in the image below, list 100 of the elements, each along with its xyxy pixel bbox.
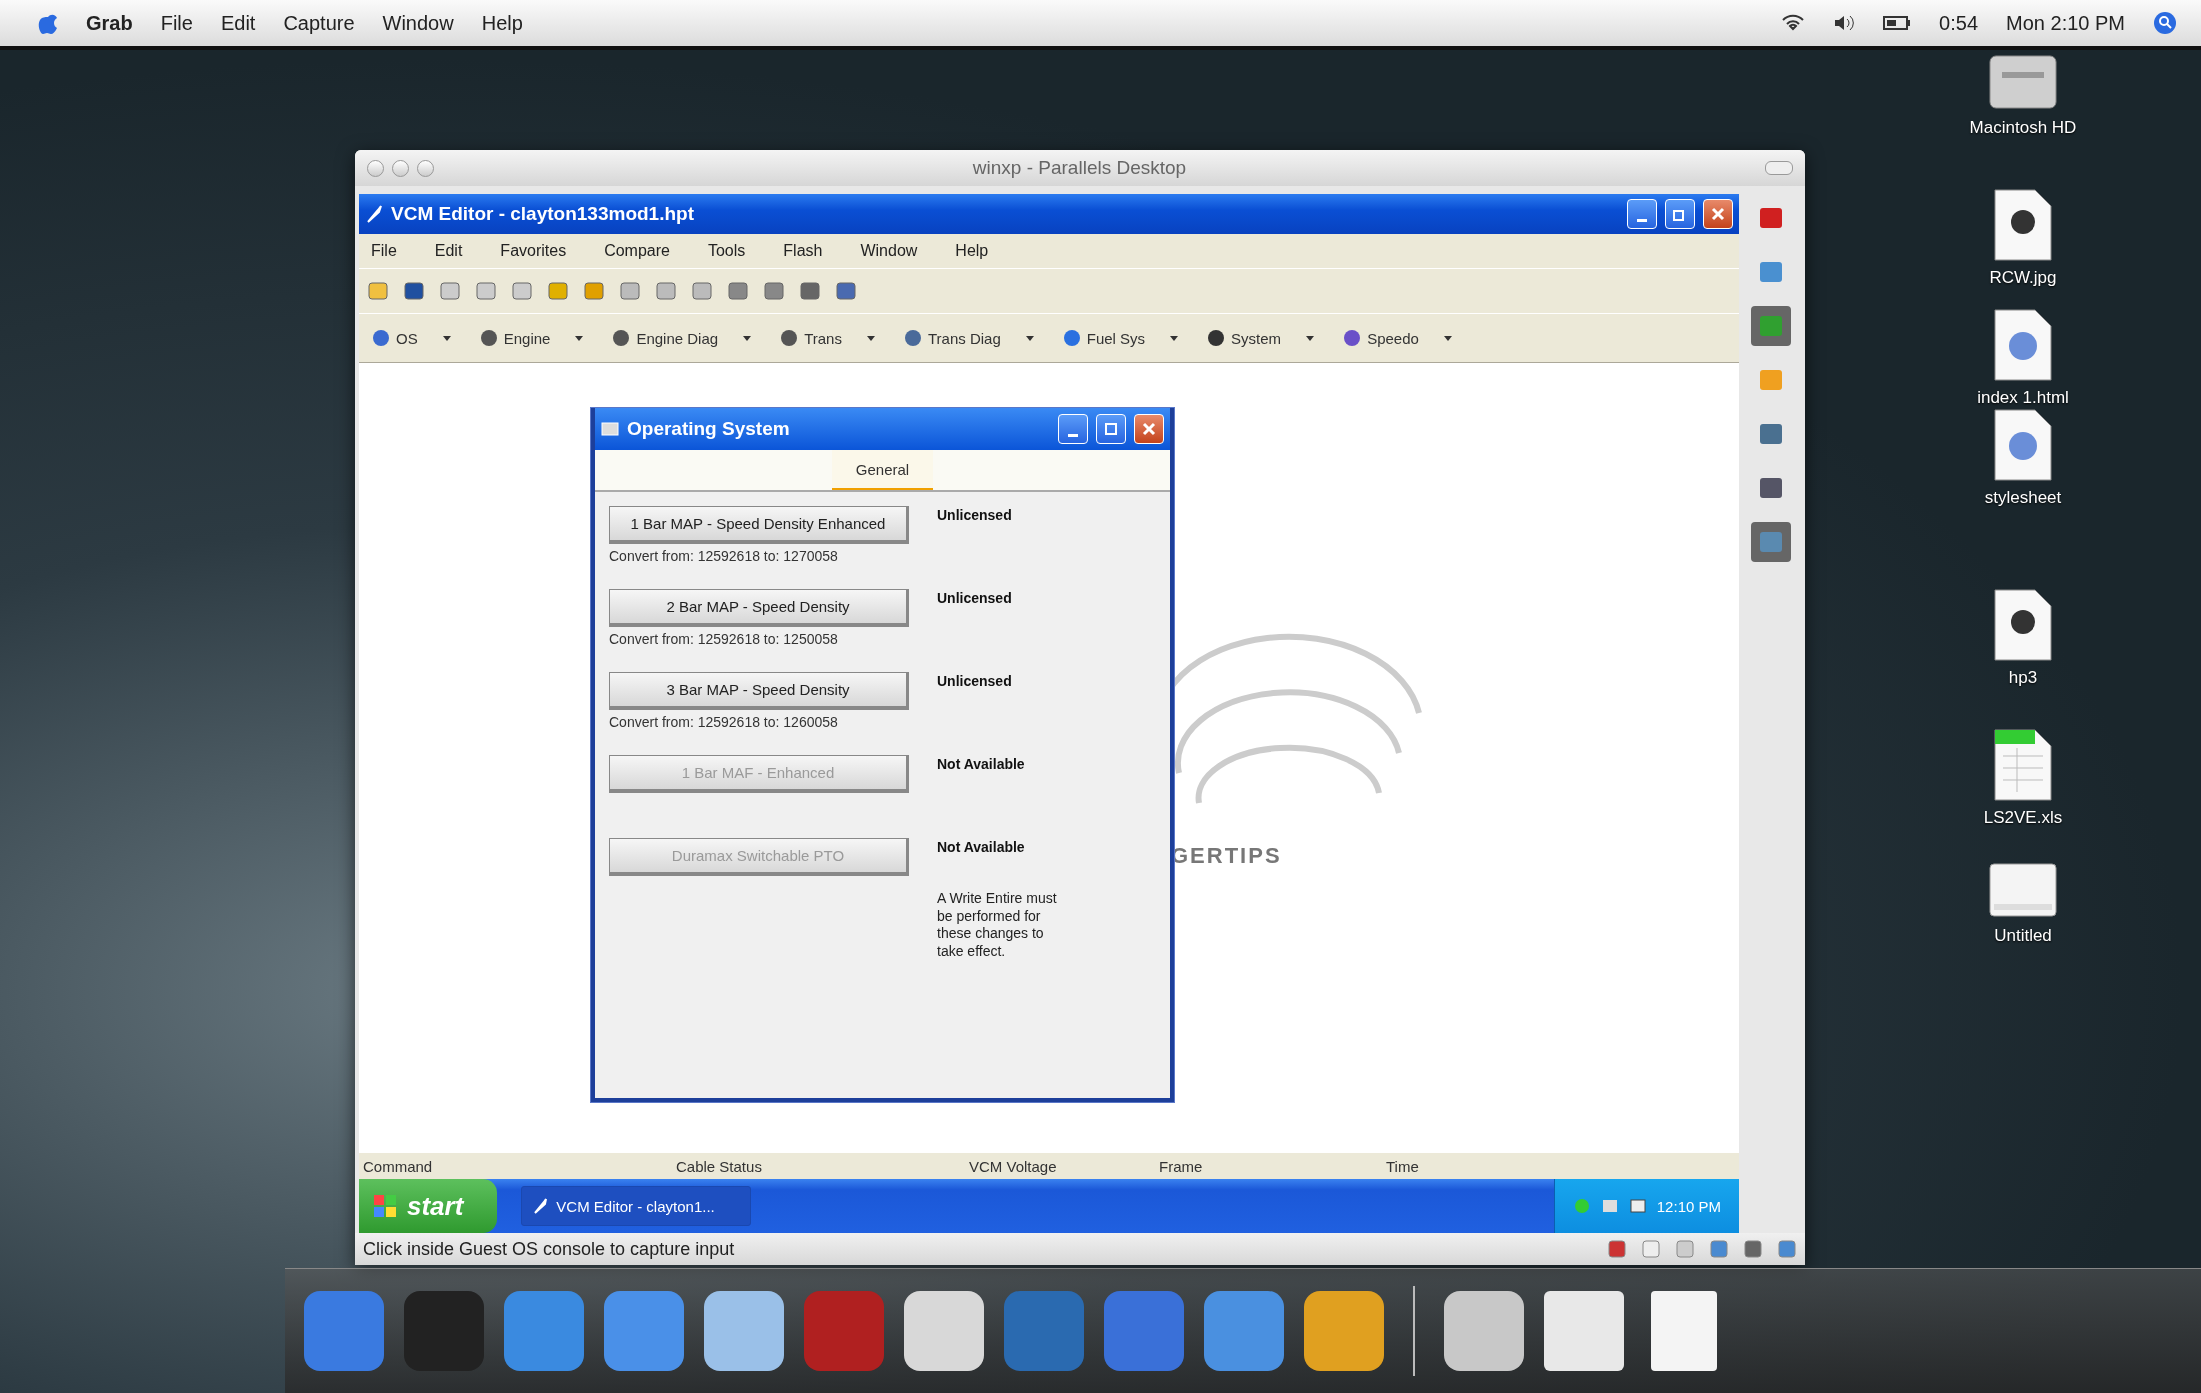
status-icon[interactable] [1675,1239,1695,1259]
dock-app-icon[interactable] [1441,1288,1527,1374]
status-icon[interactable] [1743,1239,1763,1259]
windows-flag-icon [373,1194,397,1218]
license-status: Unlicensed [937,506,1012,523]
note-text: A Write Entire must be performed for these changes to take effect. [937,890,1058,960]
maximize-icon [1104,422,1118,436]
status-icon[interactable] [1641,1239,1661,1259]
option-button[interactable]: 1 Bar MAP - Speed Density Enhanced [609,506,909,544]
module-menu-button[interactable]: Engine Diag [607,326,758,350]
dock-app-icon[interactable] [601,1288,687,1374]
close-icon [1711,207,1725,221]
menu-item[interactable]: File [371,242,397,260]
license-status: Unlicensed [937,672,1012,689]
wifi-icon[interactable] [1781,13,1806,33]
menu-item[interactable]: Favorites [500,242,567,260]
desktop-icon-label[interactable]: hp3 [2008,668,2038,688]
convert-text: Convert from: 12592618 to: 1270058 [609,548,839,564]
tab[interactable]: General [831,450,934,490]
menu-item[interactable]: Capture [283,11,355,35]
license-status: Not Available [937,755,1025,772]
convert-text: Convert from: 12592618 to: 1250058 [609,631,839,647]
battery-icon[interactable] [1883,15,1912,31]
menu-item[interactable]: Help [481,11,523,35]
status-icon[interactable] [1607,1239,1627,1259]
wrench-icon [365,204,383,224]
module-icon [1342,328,1363,348]
menu-item[interactable]: Tools [707,242,746,260]
window-control[interactable] [367,159,384,177]
module-icon [1061,328,1082,348]
window-control[interactable] [392,159,409,177]
module-icon [371,328,391,348]
desktop-icon-label[interactable]: LS2VE.xls [1983,808,2063,828]
dialog-title: Operating System [627,418,790,440]
module-menu-button[interactable]: Engine [474,326,590,350]
status-text: Click inside Guest OS console to capture input [363,1238,735,1260]
close-button[interactable] [1703,199,1733,229]
menu-item[interactable]: Window [860,242,918,260]
option-button[interactable]: 3 Bar MAP - Speed Density [609,672,909,710]
minimize-button[interactable] [1627,199,1657,229]
status-icon[interactable] [1777,1239,1797,1259]
option-button[interactable]: 2 Bar MAP - Speed Density [609,589,909,627]
column-header: Command [363,1157,434,1175]
menu-item[interactable]: Edit [220,11,256,35]
dock-app-icon[interactable] [701,1288,787,1374]
dock-app-icon[interactable] [1301,1288,1387,1374]
menu-clock[interactable]: Mon 2:10 PM [2006,11,2125,35]
menu-item[interactable]: Window [382,11,454,35]
dock-document-icon[interactable] [1541,1288,1627,1374]
caret-icon [573,333,586,343]
module-menu-button[interactable]: System [1202,326,1321,350]
caret-icon [741,333,754,343]
search-icon[interactable] [2153,11,2177,35]
close-button[interactable] [1134,414,1164,444]
module-icon [478,328,499,348]
convert-text: Convert from: 12592618 to: 1260058 [609,714,839,730]
column-header: Frame [1159,1157,1204,1175]
license-status: Unlicensed [937,589,1012,606]
dock-app-icon[interactable] [901,1288,987,1374]
module-icon [611,328,632,348]
close-icon [1142,422,1156,436]
column-header: Time [1386,1157,1420,1175]
tray-icon[interactable] [1628,1197,1647,1215]
module-menu-button[interactable]: Trans [775,326,881,350]
minimize-button[interactable] [1058,414,1088,444]
caret-icon [1023,333,1036,343]
taskbar-clock: 12:10 PM [1656,1197,1721,1215]
minimize-icon [1068,433,1078,437]
module-icon [1206,328,1227,348]
module-icon [779,328,800,348]
menu-item[interactable]: Flash [783,242,823,260]
status-icon[interactable] [1709,1239,1729,1259]
menu-item[interactable]: File [160,11,193,35]
spreadsheet-icon [1993,728,2053,802]
desktop-icon-label[interactable]: stylesheet [1984,488,2062,508]
tray-icon[interactable] [1600,1197,1619,1215]
restore-button[interactable] [1665,199,1695,229]
app-menu[interactable]: Grab [86,11,133,35]
desktop-icon-label[interactable]: Macintosh HD [1969,118,2077,138]
wrench-icon [532,1197,549,1215]
desktop-icon-label[interactable]: index 1.html [1977,388,2069,408]
license-status: Not Available [937,838,1025,855]
toolbar-pill-button[interactable] [1765,161,1793,175]
module-menu-button[interactable]: Speedo [1338,326,1458,350]
menu-item[interactable]: Help [955,242,989,260]
maximize-button[interactable] [1096,414,1126,444]
desktop-icon-label[interactable]: RCW.jpg [1989,268,2057,288]
module-menu-button[interactable]: Fuel Sys [1057,326,1185,350]
desktop-icon-label[interactable]: Untitled [1994,926,2052,946]
window-control[interactable] [417,159,434,177]
menu-item[interactable]: Compare [604,242,670,260]
restore-icon [1673,207,1687,221]
volume-icon[interactable] [1833,13,1856,33]
window-title: VCM Editor - clayton133mod1.hpt [391,203,694,225]
module-menu-button[interactable]: OS [367,326,457,350]
module-menu-button[interactable]: Trans Diag [898,326,1040,350]
window-title: winxp - Parallels Desktop [971,157,1188,179]
dock-app-icon[interactable] [1201,1288,1287,1374]
taskbar-button[interactable]: VCM Editor - clayton1... [521,1186,752,1226]
menu-item[interactable]: Edit [434,242,463,260]
